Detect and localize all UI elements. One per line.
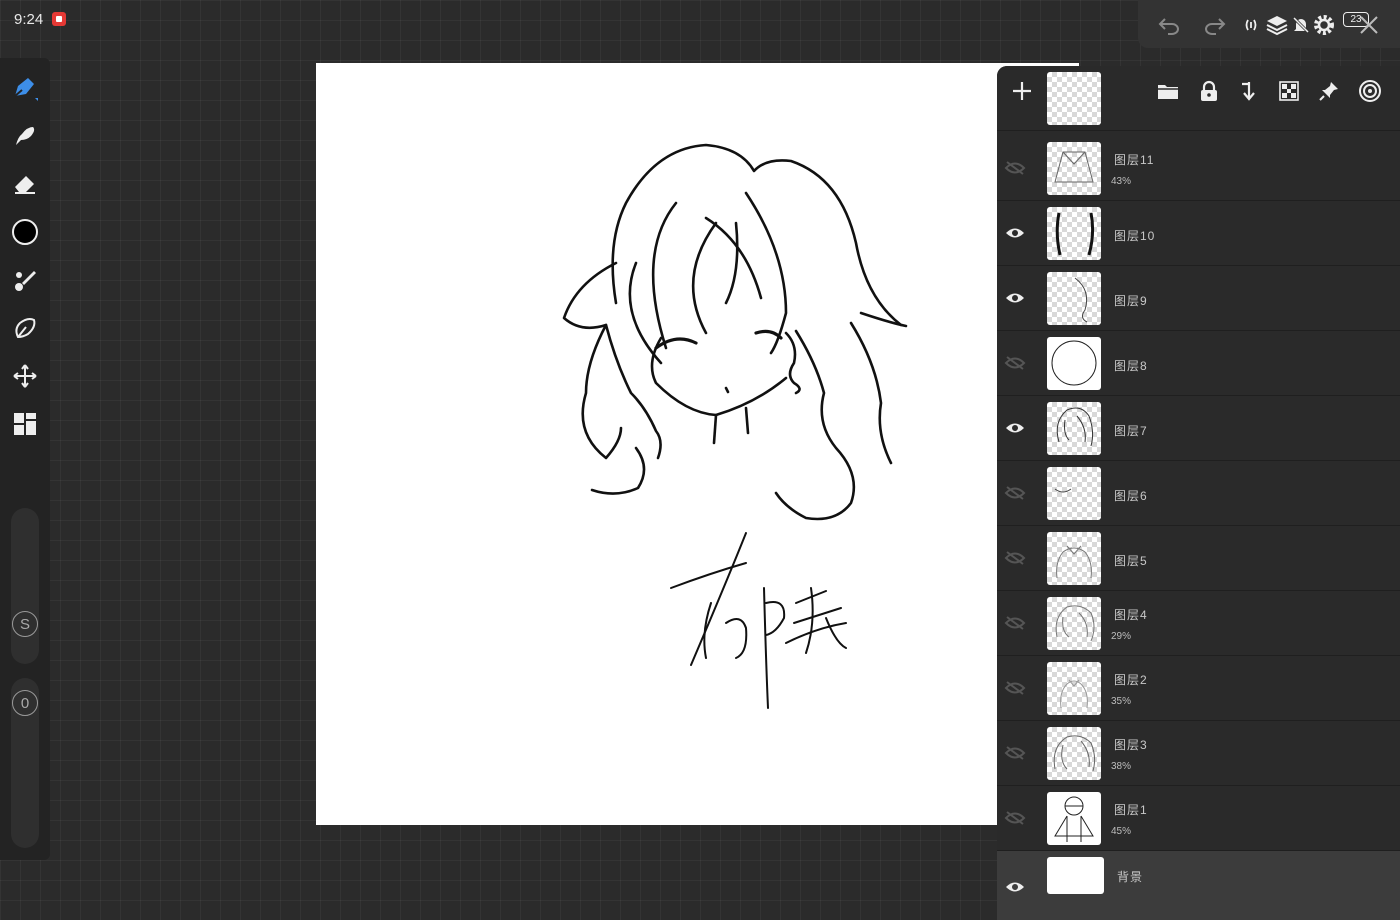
eye-hidden-icon[interactable] [1003,481,1027,505]
layers-panel: 图层11 43% 图层10 图层9 图层8 图层7 图层6 图层5 图层4 29… [997,66,1400,920]
layer-row-partial[interactable] [997,66,1400,131]
brush-library-icon[interactable] [9,264,41,296]
eraser-icon[interactable] [9,168,41,200]
layer-opacity: 29% [1111,631,1132,642]
gallery-grid-icon[interactable] [9,408,41,440]
eye-visible-icon[interactable] [1003,416,1027,440]
clock: 9:24 [14,11,44,28]
eye-visible-icon[interactable] [1003,875,1027,899]
layer-name: 图层6 [1114,489,1148,503]
layer-name: 背景 [1117,870,1144,884]
status-bar: 9:24 [0,0,300,40]
eye-hidden-icon[interactable] [1003,741,1027,765]
close-icon[interactable] [1356,12,1382,38]
layer-row-5[interactable]: 图层5 [997,526,1400,591]
drawing-canvas[interactable] [316,63,1079,825]
brush-opacity-slider[interactable]: 0 [11,678,39,848]
layer-name: 图层5 [1114,554,1148,568]
layer-name: 图层8 [1114,359,1148,373]
eye-hidden-icon[interactable] [1003,351,1027,375]
layer-row-9[interactable]: 图层9 [997,266,1400,331]
brush-size-knob[interactable]: S [12,611,38,637]
smudge-icon[interactable] [9,120,41,152]
brush-opacity-knob[interactable]: 0 [12,690,38,716]
layer-row-1[interactable]: 图层1 45% [997,786,1400,851]
left-toolbar: S 0 [0,58,50,860]
layer-row-6[interactable]: 图层6 [997,461,1400,526]
settings-gear-icon[interactable] [1311,12,1337,38]
eye-hidden-icon[interactable] [1003,546,1027,570]
layer-row-3[interactable]: 图层3 38% [997,721,1400,786]
eye-hidden-icon[interactable] [1003,676,1027,700]
layer-name: 图层10 [1114,229,1156,243]
layer-name: 图层3 [1114,738,1148,752]
eye-hidden-icon[interactable] [1003,806,1027,830]
layer-thumbnail [1047,142,1101,195]
layer-row-8[interactable]: 图层8 [997,331,1400,396]
layer-thumbnail [1047,207,1101,260]
layer-row-10[interactable]: 图层10 [997,201,1400,266]
layer-opacity: 35% [1111,696,1132,707]
layer-name: 图层7 [1114,424,1148,438]
layer-thumbnail [1047,597,1101,650]
transform-move-icon[interactable] [9,360,41,392]
undo-icon[interactable] [1156,12,1182,38]
redo-icon[interactable] [1202,12,1228,38]
layer-thumbnail [1047,532,1101,585]
color-swatch[interactable] [9,216,41,248]
layer-row-7[interactable]: 图层7 [997,396,1400,461]
layer-thumbnail [1047,337,1101,390]
nfc-icon [1242,12,1260,38]
layer-thumbnail [1047,402,1101,455]
eye-hidden-icon[interactable] [1003,611,1027,635]
layer-row-background[interactable]: 背景 [997,851,1400,920]
eye-visible-icon[interactable] [1003,221,1027,245]
layer-row-4[interactable]: 图层4 29% [997,591,1400,656]
lasso-selection-icon[interactable] [9,312,41,344]
top-controls: 23 [1138,0,1400,48]
eye-visible-icon[interactable] [1003,286,1027,310]
layer-thumbnail [1047,467,1101,520]
layer-row-11[interactable]: 图层11 43% [997,136,1400,201]
layer-opacity: 38% [1111,761,1132,772]
layer-name: 图层2 [1114,673,1148,687]
layer-thumbnail [1047,727,1101,780]
layer-thumbnail [1047,272,1101,325]
layer-name: 图层11 [1114,153,1155,167]
sketch-artwork [562,143,908,709]
layer-thumbnail [1047,662,1101,715]
layer-name: 图层1 [1114,803,1148,817]
layer-thumbnail [1047,72,1101,125]
brush-size-slider[interactable]: S [11,508,39,664]
layer-name: 图层4 [1114,608,1148,622]
eye-hidden-icon[interactable] [1003,156,1027,180]
brush-pen-icon[interactable] [9,72,41,104]
layers-status-icon [1264,12,1290,38]
layer-name: 图层9 [1114,294,1148,308]
layer-row-2[interactable]: 图层2 35% [997,656,1400,721]
layer-thumbnail [1047,792,1101,845]
layer-thumbnail [1047,857,1104,894]
screen-record-icon [52,12,66,26]
layer-opacity: 43% [1111,176,1132,187]
layer-opacity: 45% [1111,826,1132,837]
